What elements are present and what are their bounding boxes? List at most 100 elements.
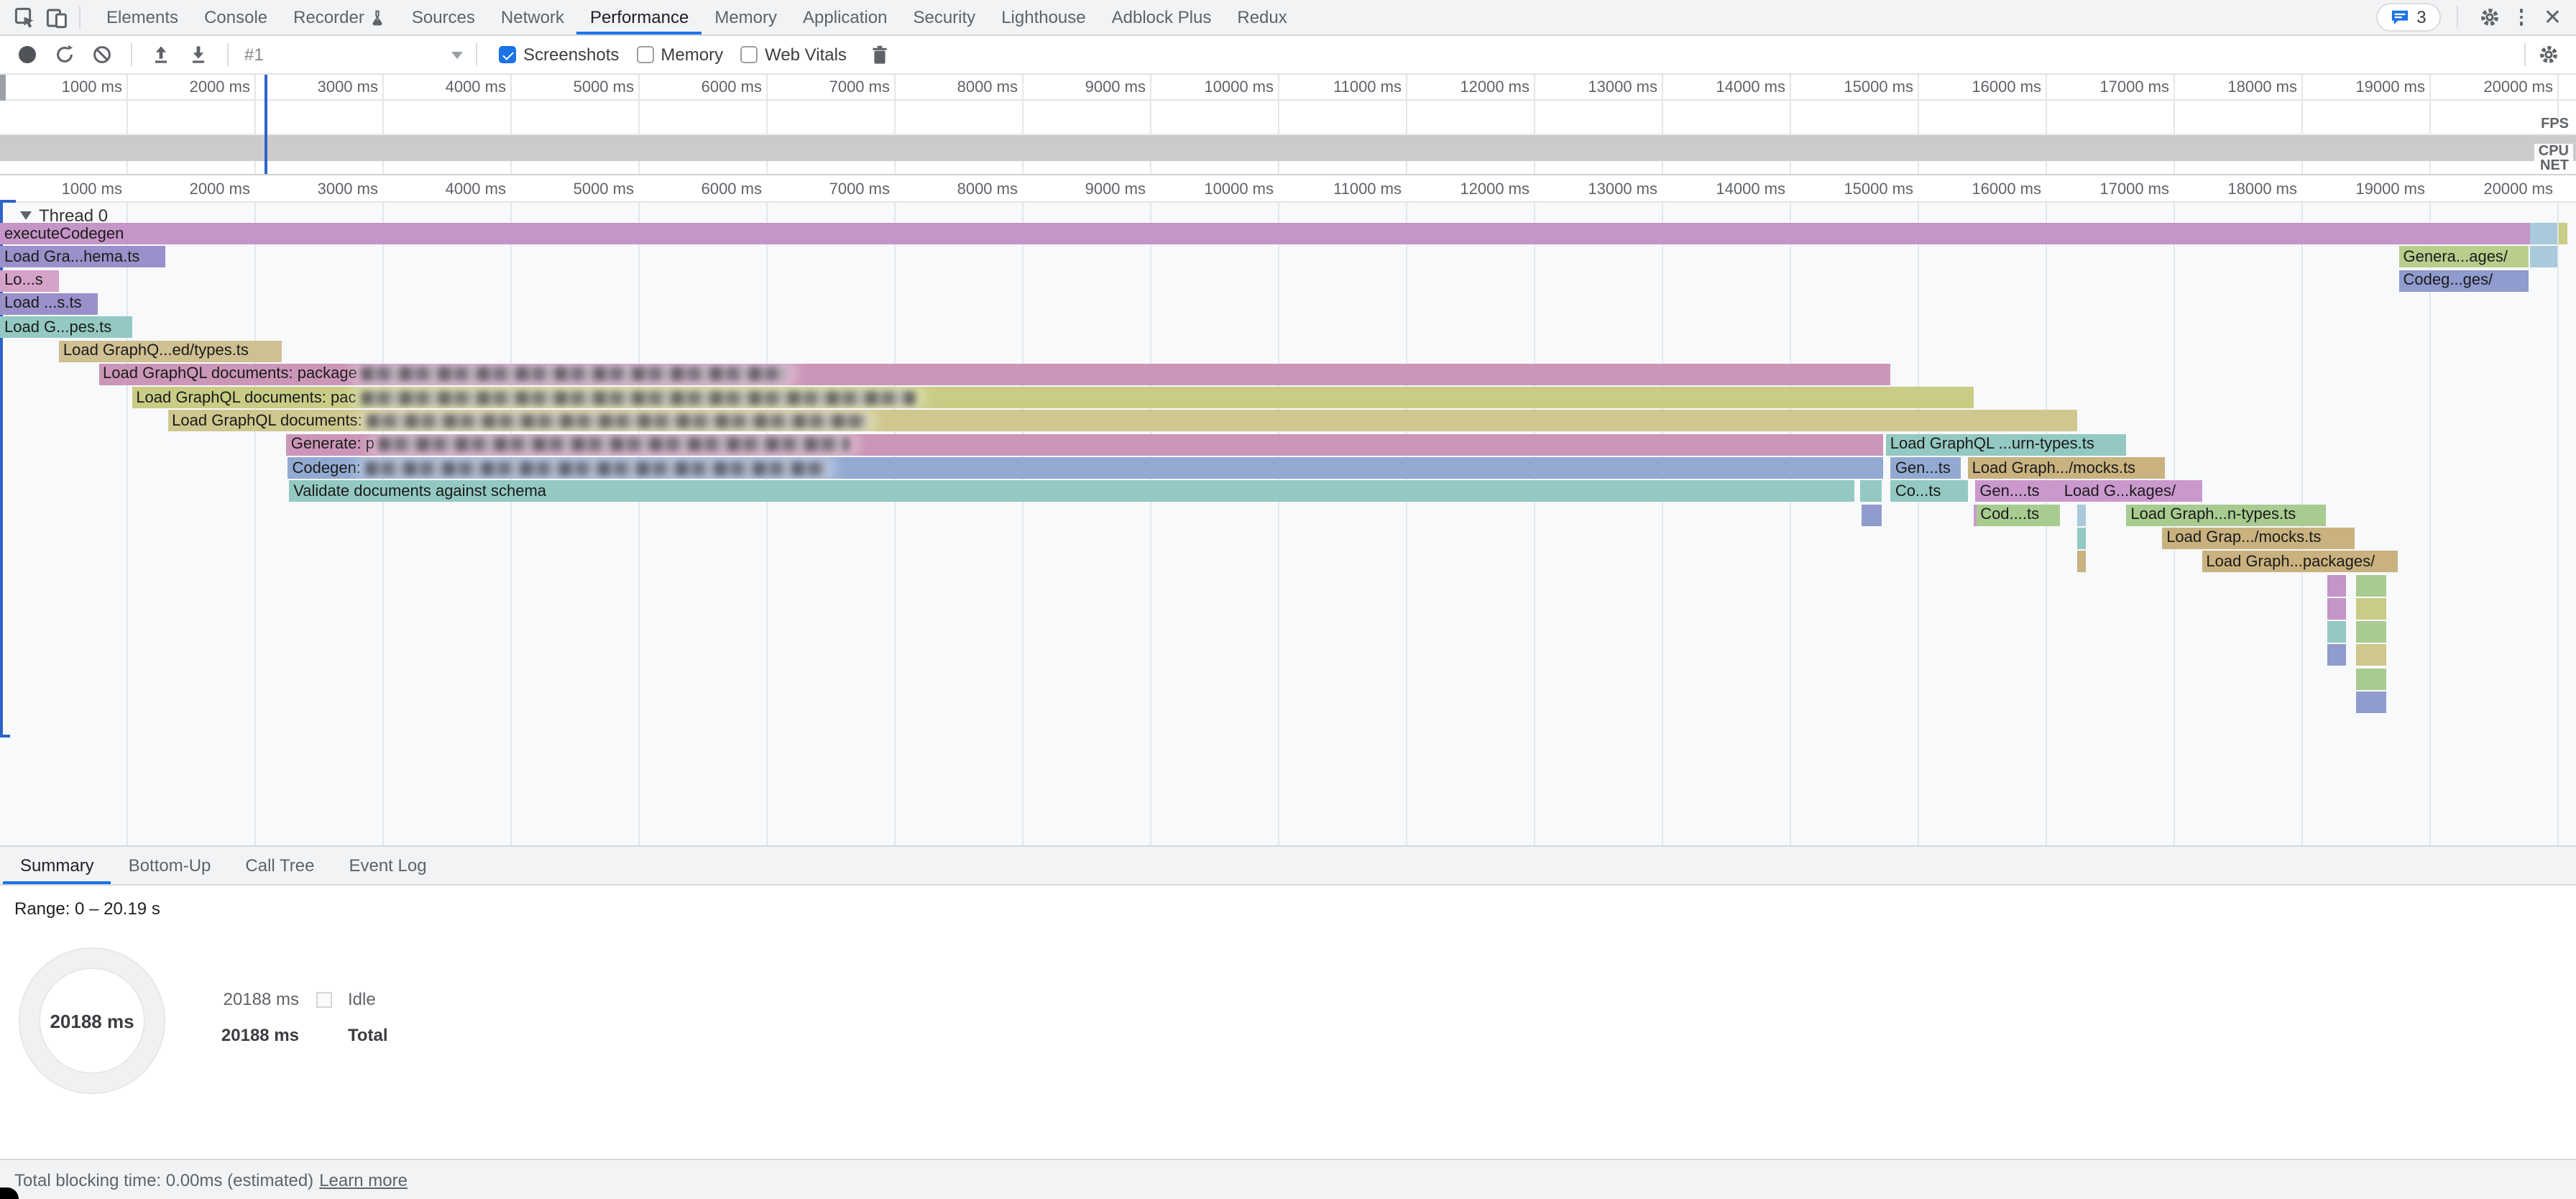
tab-performance[interactable]: Performance: [577, 0, 702, 35]
flame-event-load-s-ts[interactable]: Load ...s.ts: [0, 293, 97, 315]
flame-event-load-graph-n-types-ts[interactable]: Load Graph...n-types.ts: [2126, 504, 2326, 525]
tab-recorder[interactable]: Recorder: [280, 0, 399, 35]
flame-event-load-graphql-urn-types-ts[interactable]: Load GraphQL ...urn-types.ts: [1886, 433, 2127, 455]
flame-event[interactable]: [1862, 504, 1882, 525]
tab-security[interactable]: Security: [900, 0, 988, 35]
flame-event-load-g-kages[interactable]: Load G...kages/: [2060, 481, 2202, 502]
flame-event[interactable]: [1860, 481, 1882, 502]
flame-event-load-graphq-ed-types-ts[interactable]: Load GraphQ...ed/types.ts: [59, 340, 282, 362]
tab-redux[interactable]: Redux: [1224, 0, 1300, 35]
flame-event-load-graph-packages[interactable]: Load Graph...packages/: [2202, 551, 2397, 572]
tab-label: Lighthouse: [1001, 7, 1085, 27]
inspect-element-icon[interactable]: [9, 1, 40, 33]
flask-icon: [370, 9, 386, 25]
flame-event-load-graphql-documents[interactable]: Load GraphQL documents:: [167, 410, 2078, 432]
flame-event-codegen[interactable]: Codegen:: [288, 457, 1884, 479]
panel-tab-call-tree[interactable]: Call Tree: [228, 847, 331, 884]
timeline-overview[interactable]: 1000 ms2000 ms3000 ms4000 ms5000 ms6000 …: [0, 75, 2576, 175]
flame-event-load-g-pes-ts[interactable]: Load G...pes.ts: [0, 316, 132, 338]
tab-label: Memory: [714, 7, 777, 27]
flame-event-generate-p[interactable]: Generate: p: [287, 433, 1883, 455]
trash-icon[interactable]: [864, 39, 896, 70]
performance-toolbar: #1 Screenshots Memory Web Vitals: [0, 36, 2576, 75]
more-options-icon[interactable]: [2514, 9, 2529, 26]
overview-cursor-line[interactable]: [264, 75, 267, 174]
learn-more-link[interactable]: Learn more: [319, 1170, 408, 1190]
fps-lane-label: FPS: [2536, 116, 2573, 134]
checkbox-box[interactable]: [636, 46, 653, 63]
flame-event[interactable]: [2327, 598, 2347, 620]
flame-event-validate-documents-against-schema[interactable]: Validate documents against schema: [289, 481, 1855, 502]
flame-event[interactable]: [2531, 223, 2557, 244]
legend-label: Idle: [348, 989, 376, 1009]
flame-event-load-grap-mocks-ts[interactable]: Load Grap.../mocks.ts: [2162, 528, 2354, 549]
clear-icon[interactable]: [86, 39, 118, 70]
flame-event[interactable]: [2357, 668, 2386, 689]
settings-gear-icon[interactable]: [2474, 1, 2506, 33]
ruler-tick: 17000 ms: [2099, 79, 2175, 96]
checkbox-web-vitals[interactable]: Web Vitals: [740, 45, 847, 65]
flame-event-load-graph-mocks-ts[interactable]: Load Graph.../mocks.ts: [1968, 457, 2165, 479]
close-devtools-icon[interactable]: ✕: [2538, 6, 2567, 28]
flame-event[interactable]: [2327, 574, 2347, 596]
issues-badge-button[interactable]: 3: [2376, 3, 2440, 32]
flame-event-label: Load ...s.ts: [4, 295, 82, 313]
flame-event-label: Load Grap.../mocks.ts: [2166, 530, 2321, 547]
panel-tab-summary[interactable]: Summary: [3, 847, 111, 884]
flame-event[interactable]: [2357, 574, 2386, 596]
flame-event[interactable]: [2357, 621, 2386, 643]
flame-event-cod-ts[interactable]: Cod....ts: [1976, 504, 2060, 525]
tab-lighthouse[interactable]: Lighthouse: [988, 0, 1098, 35]
flame-event-load-graphql-documents-pac[interactable]: Load GraphQL documents: pac: [132, 387, 1974, 408]
tab-console[interactable]: Console: [191, 0, 280, 35]
flame-event-label: Load GraphQL documents: package: [103, 366, 357, 383]
record-button[interactable]: [12, 39, 43, 70]
device-toolbar-icon[interactable]: [40, 1, 72, 33]
panel-tab-bottom-up[interactable]: Bottom-Up: [111, 847, 229, 884]
history-select[interactable]: #1: [244, 45, 463, 65]
tab-memory[interactable]: Memory: [702, 0, 790, 35]
reload-and-record-icon[interactable]: [49, 39, 80, 70]
flame-event[interactable]: [2327, 621, 2347, 643]
flame-event[interactable]: [2357, 645, 2386, 666]
divider: [227, 43, 229, 66]
checkbox-box[interactable]: [740, 46, 758, 63]
capture-settings-gear-icon[interactable]: [2533, 39, 2564, 70]
flame-event-gen-ts[interactable]: Gen....ts: [1975, 481, 2059, 502]
tab-adblock-plus[interactable]: Adblock Plus: [1099, 0, 1225, 35]
flame-event[interactable]: [2078, 528, 2087, 549]
total-blocking-time-text: Total blocking time: 0.00ms (estimated): [14, 1170, 313, 1190]
tab-network[interactable]: Network: [488, 0, 577, 35]
flame-event-load-graphql-documents-package[interactable]: Load GraphQL documents: package: [98, 364, 1891, 385]
flame-event[interactable]: [2078, 504, 2087, 525]
tab-label: Adblock Plus: [1112, 7, 1212, 27]
flame-event[interactable]: [2531, 247, 2557, 268]
flame-event-genera-ages[interactable]: Genera...ages/: [2399, 247, 2529, 268]
panel-tab-event-log[interactable]: Event Log: [331, 847, 443, 884]
flame-event-lo-s[interactable]: Lo...s: [0, 270, 59, 291]
flame-event[interactable]: [2357, 692, 2386, 713]
flame-event[interactable]: [2078, 551, 2087, 572]
load-profile-icon[interactable]: [145, 39, 177, 70]
legend-label: Total: [348, 1025, 388, 1045]
flame-event-executecodegen[interactable]: executeCodegen: [0, 223, 2531, 244]
ruler-tick: 10000 ms: [1204, 79, 1279, 96]
tab-elements[interactable]: Elements: [93, 0, 191, 35]
flame-event-codeg-ges[interactable]: Codeg...ges/: [2399, 270, 2529, 291]
flame-chart[interactable]: 1000 ms2000 ms3000 ms4000 ms5000 ms6000 …: [0, 175, 2576, 845]
flame-event[interactable]: [2327, 645, 2347, 666]
tab-application[interactable]: Application: [790, 0, 900, 35]
tab-sources[interactable]: Sources: [399, 0, 488, 35]
flame-event-label: Load GraphQL ...urn-types.ts: [1890, 436, 2094, 453]
save-profile-icon[interactable]: [183, 39, 214, 70]
flame-event-gen-ts[interactable]: Gen...ts: [1891, 457, 1961, 479]
flame-event[interactable]: [2558, 223, 2567, 244]
flame-event-co-ts[interactable]: Co...ts: [1891, 481, 1968, 502]
checkbox-box[interactable]: [499, 46, 516, 63]
flame-event-load-gra-hema-ts[interactable]: Load Gra...hema.ts: [0, 247, 165, 268]
flame-event[interactable]: [2357, 598, 2386, 620]
flame-events: executeCodegen Load Gra...hema.ts Genera..…: [0, 175, 2576, 845]
checkbox-memory[interactable]: Memory: [636, 45, 723, 65]
overview-left-handle[interactable]: [0, 75, 6, 101]
checkbox-screenshots[interactable]: Screenshots: [499, 45, 619, 65]
